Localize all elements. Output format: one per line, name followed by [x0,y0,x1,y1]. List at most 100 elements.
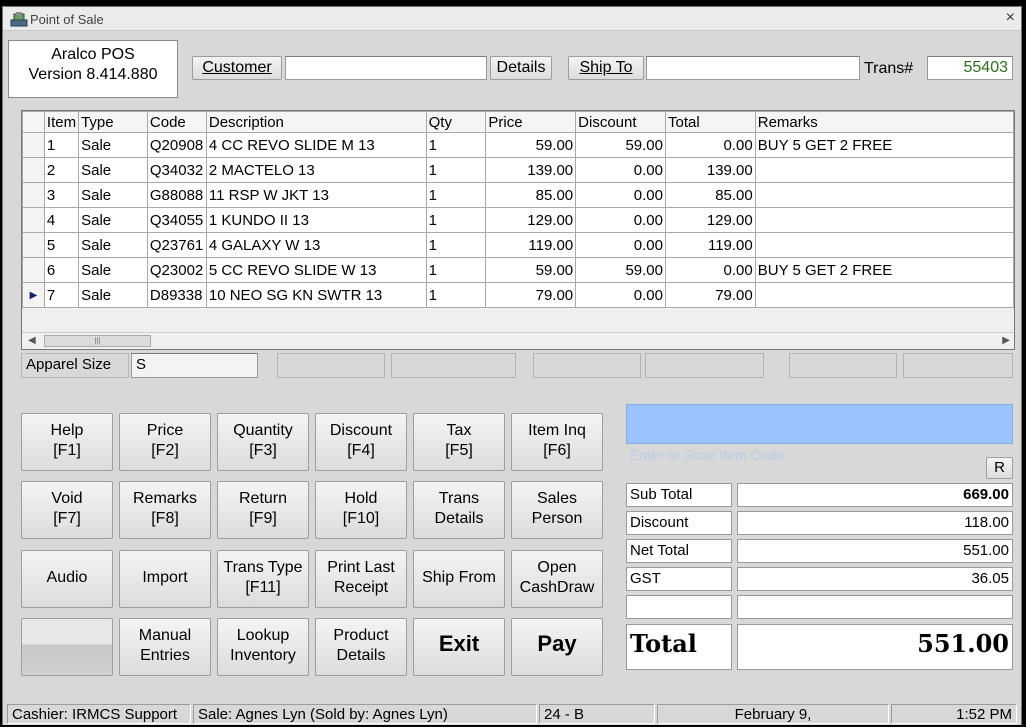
cell-item[interactable]: 5 [43,232,80,258]
void-button[interactable]: Void [F7] [21,481,113,539]
cell-price[interactable]: 59.00 [485,132,577,158]
table-row[interactable]: 3 Sale G88088 11 RSP W JKT 13 1 85.00 0.00 85.0… [22,182,1015,208]
close-icon[interactable]: × [1006,9,1015,27]
cell-total[interactable]: 79.00 [664,282,756,308]
lookup-inventory-button[interactable]: Lookup Inventory [217,618,309,676]
grid-header-type[interactable]: Type [78,111,148,133]
cell-price[interactable]: 79.00 [485,282,577,308]
grid-header-remarks[interactable]: Remarks [754,111,1015,133]
cell-qty[interactable]: 1 [425,132,487,158]
cell-discount[interactable]: 0.00 [575,282,666,308]
table-row[interactable]: 1 Sale Q20908 4 CC REVO SLIDE M 13 1 59.00 59.… [22,132,1015,158]
horizontal-scrollbar[interactable]: ◀ ||| ▶ [22,332,1014,349]
cell-item[interactable]: 7 [43,282,80,308]
cell-type[interactable]: Sale [78,132,148,158]
return-button[interactable]: Return [F9] [217,481,309,539]
blank-button[interactable] [21,618,113,676]
cell-type[interactable]: Sale [78,207,148,233]
row-indicator-cell[interactable] [22,232,45,258]
cell-code[interactable]: Q23002 [146,257,207,283]
cell-code[interactable]: Q23761 [146,232,207,258]
cell-type[interactable]: Sale [78,232,148,258]
cell-discount[interactable]: 59.00 [575,132,666,158]
cell-description[interactable]: 5 CC REVO SLIDE W 13 [205,257,427,283]
cell-item[interactable]: 1 [43,132,80,158]
cell-item[interactable]: 4 [43,207,80,233]
cell-remarks[interactable]: BUY 5 GET 2 FREE [754,257,1015,283]
cell-total[interactable]: 85.00 [664,182,756,208]
attribute-value-field[interactable]: S [131,353,258,378]
cell-qty[interactable]: 1 [425,232,487,258]
hold-button[interactable]: Hold [F10] [315,481,407,539]
table-row[interactable]: 6 Sale Q23002 5 CC REVO SLIDE W 13 1 59.00 59.… [22,257,1015,283]
tax-button[interactable]: Tax [F5] [413,413,505,471]
cell-item[interactable]: 2 [43,157,80,183]
table-row[interactable]: 5 Sale Q23761 4 GALAXY W 13 1 119.00 0.00 119.0… [22,232,1015,258]
grid-header-description[interactable]: Description [205,111,427,133]
cell-remarks[interactable] [754,232,1015,258]
cell-remarks[interactable] [754,207,1015,233]
cell-qty[interactable]: 1 [425,182,487,208]
sales-person-button[interactable]: Sales Person [511,481,603,539]
cell-item[interactable]: 3 [43,182,80,208]
cell-type[interactable]: Sale [78,282,148,308]
cell-total[interactable]: 129.00 [664,207,756,233]
cell-remarks[interactable] [754,182,1015,208]
grid-header-discount[interactable]: Discount [575,111,666,133]
ship-to-button[interactable]: Ship To [568,56,644,80]
r-button[interactable]: R [986,457,1013,479]
details-button[interactable]: Details [490,56,552,80]
open-cashdraw-button[interactable]: Open CashDraw [511,550,603,608]
cell-code[interactable]: D89338 [146,282,207,308]
trans-type-button[interactable]: Trans Type [F11] [217,550,309,608]
cell-type[interactable]: Sale [78,157,148,183]
scan-item-input[interactable] [626,404,1013,444]
cell-price[interactable]: 85.00 [485,182,577,208]
grid-header-qty[interactable]: Qty [425,111,487,133]
grid-header-item[interactable]: Item [43,111,80,133]
table-row[interactable]: 2 Sale Q34032 2 MACTELO 13 1 139.00 0.00 139.00 [22,157,1015,183]
cell-type[interactable]: Sale [78,257,148,283]
cell-description[interactable]: 4 GALAXY W 13 [205,232,427,258]
item-inq-button[interactable]: Item Inq [F6] [511,413,603,471]
cell-remarks[interactable] [754,282,1015,308]
cell-qty[interactable]: 1 [425,282,487,308]
help-button[interactable]: Help [F1] [21,413,113,471]
grid-header-code[interactable]: Code [146,111,207,133]
scroll-thumb[interactable]: ||| [44,335,151,347]
cell-remarks[interactable]: BUY 5 GET 2 FREE [754,132,1015,158]
audio-button[interactable]: Audio [21,550,113,608]
cell-type[interactable]: Sale [78,182,148,208]
cell-item[interactable]: 6 [43,257,80,283]
line-items-grid[interactable]: Item Type Code Description Qty Price Dis… [21,110,1015,350]
row-indicator-cell[interactable]: ▶ [22,282,45,308]
cell-qty[interactable]: 1 [425,257,487,283]
quantity-button[interactable]: Quantity [F3] [217,413,309,471]
price-button[interactable]: Price [F2] [119,413,211,471]
cell-discount[interactable]: 0.00 [575,207,666,233]
cell-code[interactable]: Q34055 [146,207,207,233]
cell-total[interactable]: 0.00 [664,132,756,158]
customer-button[interactable]: Customer [192,56,282,80]
cell-discount[interactable]: 0.00 [575,157,666,183]
scroll-left-icon[interactable]: ◀ [28,335,36,346]
ship-from-button[interactable]: Ship From [413,550,505,608]
customer-field[interactable] [285,56,487,80]
trans-details-button[interactable]: Trans Details [413,481,505,539]
grid-header-total[interactable]: Total [664,111,756,133]
cell-qty[interactable]: 1 [425,157,487,183]
cell-code[interactable]: Q34032 [146,157,207,183]
cell-price[interactable]: 59.00 [485,257,577,283]
cell-price[interactable]: 139.00 [485,157,577,183]
row-indicator-cell[interactable] [22,207,45,233]
print-last-receipt-button[interactable]: Print Last Receipt [315,550,407,608]
cell-description[interactable]: 11 RSP W JKT 13 [205,182,427,208]
cell-total[interactable]: 119.00 [664,232,756,258]
row-indicator-cell[interactable] [22,182,45,208]
cell-remarks[interactable] [754,157,1015,183]
table-row[interactable]: 4 Sale Q34055 1 KUNDO II 13 1 129.00 0.00 129.0… [22,207,1015,233]
table-row[interactable]: ▶ 7 Sale D89338 10 NEO SG KN SWTR 13 1 79.00 0.… [22,282,1015,308]
cell-discount[interactable]: 0.00 [575,182,666,208]
cell-price[interactable]: 129.00 [485,207,577,233]
exit-button[interactable]: Exit [413,618,505,676]
